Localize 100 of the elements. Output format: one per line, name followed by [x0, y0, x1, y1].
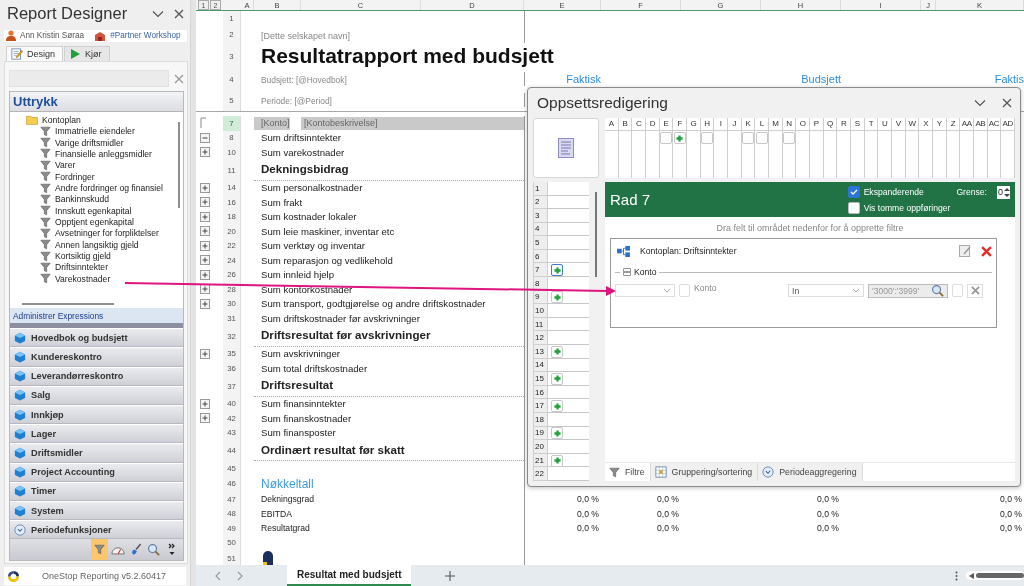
- checkbox[interactable]: [847, 201, 860, 214]
- expand-icon[interactable]: [200, 182, 210, 193]
- category-header[interactable]: Salg: [10, 386, 183, 406]
- tree-item[interactable]: Andre fordringer og finansiel: [40, 182, 175, 194]
- column-header[interactable]: H: [700, 118, 714, 131]
- close-icon[interactable]: [1002, 98, 1012, 108]
- column-header[interactable]: W: [905, 118, 919, 131]
- column-header[interactable]: T: [864, 118, 878, 131]
- filter-marker[interactable]: [551, 400, 563, 413]
- delete-icon[interactable]: [981, 245, 992, 257]
- tree-item[interactable]: Avsetninger for forpliktelser: [40, 227, 175, 240]
- previous-icon[interactable]: [215, 570, 221, 581]
- chevron-down-icon[interactable]: [152, 9, 164, 18]
- expand-icon[interactable]: [200, 197, 210, 208]
- tree-item[interactable]: Varige driftsmidler: [40, 136, 175, 149]
- tab[interactable]: Gruppering/sortering: [650, 463, 759, 481]
- column-header[interactable]: AB: [974, 118, 987, 131]
- close-icon[interactable]: [174, 8, 184, 19]
- column-header[interactable]: P: [810, 118, 823, 131]
- tree-item[interactable]: Innskutt egenkapital: [40, 205, 175, 217]
- tree-item[interactable]: Immatrielle eiendeler: [40, 125, 175, 137]
- tab[interactable]: Kjør: [64, 46, 110, 62]
- collapse-button[interactable]: [623, 268, 631, 276]
- chevron-down-icon[interactable]: [974, 99, 986, 107]
- more-icon[interactable]: [955, 570, 958, 581]
- column-header[interactable]: E: [659, 118, 673, 131]
- column-header[interactable]: Z: [946, 118, 960, 131]
- filter-marker[interactable]: [673, 132, 686, 144]
- filter-marker[interactable]: [551, 291, 563, 304]
- category-header[interactable]: Hovedbok og budsjett: [10, 329, 183, 348]
- column-header[interactable]: G: [687, 118, 700, 131]
- number-spinner[interactable]: 0: [997, 185, 1010, 199]
- column-header[interactable]: M: [769, 118, 782, 131]
- category-header[interactable]: Project Accounting: [10, 463, 183, 482]
- column-header[interactable]: F: [673, 118, 686, 131]
- category-header[interactable]: Leverandørreskontro: [10, 367, 183, 386]
- expand-icon[interactable]: [200, 298, 210, 309]
- scrollbar[interactable]: [966, 571, 1024, 580]
- expand-icon[interactable]: [200, 348, 210, 359]
- column-header[interactable]: B: [618, 118, 632, 131]
- column-header[interactable]: A: [605, 118, 618, 131]
- category-header[interactable]: Kundereskontro: [10, 348, 183, 367]
- column-header[interactable]: X: [919, 118, 932, 131]
- edit-icon[interactable]: [959, 245, 971, 257]
- column-header[interactable]: L: [755, 118, 768, 131]
- column-header[interactable]: R: [837, 118, 850, 131]
- expand-icon[interactable]: [200, 211, 210, 222]
- expand-icon[interactable]: [200, 269, 210, 280]
- tree-item[interactable]: Bankinnskudd: [40, 193, 175, 206]
- expand-icon[interactable]: [200, 240, 210, 251]
- expand-icon[interactable]: [200, 284, 210, 295]
- scrollbar[interactable]: [178, 122, 180, 209]
- preview-thumbnail[interactable]: [533, 118, 599, 178]
- tree-item[interactable]: Fordringer: [40, 171, 175, 183]
- category-header[interactable]: Innkjøp: [10, 406, 183, 425]
- tab[interactable]: Periodeaggregering: [758, 463, 863, 481]
- checkbox[interactable]: [847, 186, 860, 198]
- tree-item[interactable]: Finansielle anleggsmidler: [40, 148, 175, 160]
- column-header[interactable]: J: [728, 118, 741, 131]
- row-slot[interactable]: [548, 372, 589, 386]
- sheet-tab[interactable]: Resultat med budsjett: [287, 565, 412, 586]
- tree-item[interactable]: Annen langsiktig gjeld: [40, 239, 175, 251]
- column-header[interactable]: D: [646, 118, 659, 131]
- expand-icon[interactable]: [200, 226, 210, 237]
- filter-marker[interactable]: [551, 372, 563, 385]
- tree-item[interactable]: Kortsiktig gjeld: [40, 250, 175, 262]
- filter-marker[interactable]: [551, 345, 563, 358]
- clear-icon[interactable]: [174, 73, 184, 84]
- column-header[interactable]: U: [878, 118, 891, 131]
- column-header[interactable]: N: [782, 118, 796, 131]
- tab[interactable]: Design: [6, 46, 63, 62]
- column-header[interactable]: AD: [1001, 118, 1014, 131]
- scrollbar[interactable]: [22, 303, 114, 306]
- add-icon[interactable]: [445, 570, 456, 581]
- column-header[interactable]: C: [632, 118, 645, 131]
- column-header[interactable]: Q: [823, 118, 837, 131]
- category-header[interactable]: System: [10, 501, 183, 521]
- option-toggle[interactable]: [952, 284, 963, 297]
- category-header[interactable]: Lager: [10, 425, 183, 444]
- filter-marker[interactable]: [551, 427, 563, 440]
- marker-slot[interactable]: [755, 132, 768, 144]
- tree-item[interactable]: Opptjent egenkapital: [40, 216, 175, 228]
- expand-icon[interactable]: [200, 413, 210, 424]
- next-icon[interactable]: [237, 570, 243, 581]
- workspace-link[interactable]: #Partner Workshop: [110, 31, 181, 41]
- category-header[interactable]: Driftsmidler: [10, 444, 183, 463]
- tree-item[interactable]: Driftsinntekter: [40, 261, 175, 274]
- category-header[interactable]: Periodefunksjoner: [10, 521, 183, 540]
- filter-marker[interactable]: [551, 264, 563, 277]
- expand-icon[interactable]: [200, 398, 210, 409]
- category-header[interactable]: Timer: [10, 482, 183, 501]
- column-header[interactable]: Y: [933, 118, 946, 131]
- filter-marker[interactable]: [551, 454, 563, 467]
- tree-item[interactable]: Varekostnader: [40, 273, 175, 285]
- column-header[interactable]: AA: [960, 118, 973, 131]
- column-header[interactable]: K: [741, 118, 755, 131]
- tree-item[interactable]: Varer: [40, 159, 175, 171]
- column-header[interactable]: O: [796, 118, 809, 131]
- column-header[interactable]: V: [892, 118, 905, 131]
- column-header[interactable]: S: [851, 118, 864, 131]
